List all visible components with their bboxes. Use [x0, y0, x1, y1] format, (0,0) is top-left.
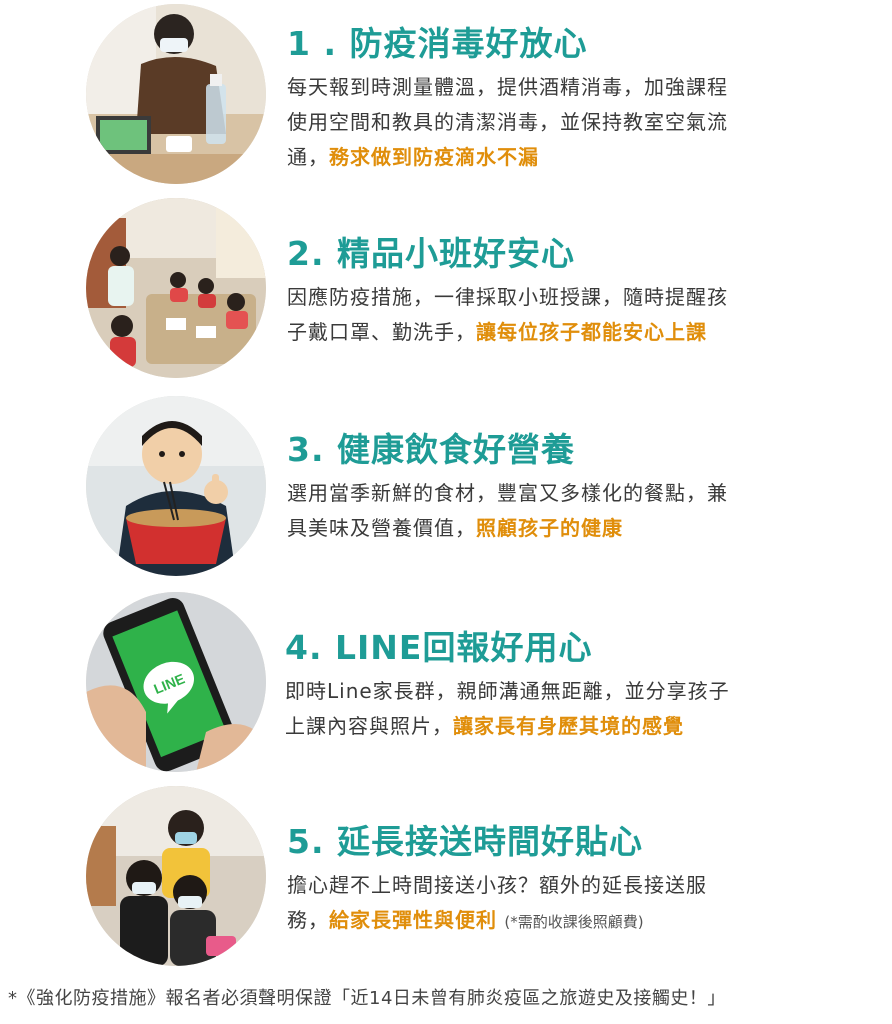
- feature-text: 5. 延長接送時間好貼心 擔心趕不上時間接送小孩？額外的延長接送服 務，給家長彈性…: [287, 822, 847, 940]
- description-line: 使用空間和教具的清潔消毒，並保持教室空氣流: [287, 110, 728, 134]
- feature-text: 2. 精品小班好安心 因應防疫措施，一律採取小班授課，隨時提醒孩 子戴口罩、勤洗手…: [287, 234, 847, 350]
- photo-small-class: [86, 198, 266, 378]
- highlight-text: 照顧孩子的健康: [476, 516, 623, 540]
- photo-line-phone: LINE: [86, 592, 266, 772]
- highlight-text: 讓每位孩子都能安心上課: [476, 320, 707, 344]
- footnote-declaration: *《強化防疫措施》報名者必須聲明保證「近14日未曾有肺炎疫區之旅遊史及接觸史！」: [8, 988, 726, 1009]
- feature-item-small-class: 2. 精品小班好安心 因應防疫措施，一律採取小班授課，隨時提醒孩 子戴口罩、勤洗手…: [0, 196, 892, 392]
- feature-text: 1 . 防疫消毒好放心 每天報到時測量體溫，提供酒精消毒，加強課程 使用空間和教具…: [287, 24, 847, 175]
- highlight-text: 給家長彈性與便利: [329, 908, 497, 932]
- feature-item-healthy-meal: 3. 健康飲食好營養 選用當季新鮮的食材，豐富又多樣化的餐點，兼 具美味及營養價值…: [0, 392, 892, 588]
- feature-item-disinfection: 1 . 防疫消毒好放心 每天報到時測量體溫，提供酒精消毒，加強課程 使用空間和教具…: [0, 0, 892, 196]
- highlight-text: 讓家長有身歷其境的感覺: [453, 714, 684, 738]
- feature-description: 即時Line家長群，親師溝通無距離，並分享孩子 上課內容與照片，讓家長有身歷其境的…: [285, 674, 845, 744]
- description-line: 選用當季新鮮的食材，豐富又多樣化的餐點，兼: [287, 481, 728, 505]
- feature-title: 2. 精品小班好安心: [287, 234, 575, 273]
- feature-description: 每天報到時測量體溫，提供酒精消毒，加強課程 使用空間和教具的清潔消毒，並保持教室空…: [287, 70, 847, 175]
- description-line: 因應防疫措施，一律採取小班授課，隨時提醒孩: [287, 285, 728, 309]
- feature-title: 3. 健康飲食好營養: [287, 430, 575, 469]
- description-tail: 具美味及營養價值，: [287, 516, 476, 540]
- fee-note: (*需酌收課後照顧費): [504, 913, 644, 931]
- feature-text: 3. 健康飲食好營養 選用當季新鮮的食材，豐富又多樣化的餐點，兼 具美味及營養價值…: [287, 430, 847, 546]
- photo-extended-pickup: [86, 786, 266, 966]
- description-tail: 子戴口罩、勤洗手，: [287, 320, 476, 344]
- feature-title: 4. LINE回報好用心: [285, 628, 593, 667]
- feature-item-line-report: LINE 4. LINE回報好用心 即時Line家長群，親師溝通無距離，並分享孩…: [0, 588, 892, 784]
- description-line: 即時Line家長群，親師溝通無距離，並分享孩子: [285, 679, 730, 703]
- feature-description: 因應防疫措施，一律採取小班授課，隨時提醒孩 子戴口罩、勤洗手，讓每位孩子都能安心上…: [287, 280, 847, 350]
- description-tail: 上課內容與照片，: [285, 714, 453, 738]
- feature-item-extended-pickup: 5. 延長接送時間好貼心 擔心趕不上時間接送小孩？額外的延長接送服 務，給家長彈性…: [0, 784, 892, 980]
- feature-description: 擔心趕不上時間接送小孩？額外的延長接送服 務，給家長彈性與便利 (*需酌收課後照顧…: [287, 868, 847, 940]
- photo-healthy-meal: [86, 396, 266, 576]
- highlight-text: 務求做到防疫滴水不漏: [329, 145, 539, 169]
- description-tail: 通，: [287, 145, 329, 169]
- description-tail: 務，: [287, 908, 329, 932]
- feature-text: 4. LINE回報好用心 即時Line家長群，親師溝通無距離，並分享孩子 上課內容…: [285, 628, 845, 744]
- description-line: 擔心趕不上時間接送小孩？額外的延長接送服: [287, 873, 707, 897]
- feature-description: 選用當季新鮮的食材，豐富又多樣化的餐點，兼 具美味及營養價值，照顧孩子的健康: [287, 476, 847, 546]
- feature-title: 5. 延長接送時間好貼心: [287, 822, 643, 861]
- feature-title: 1 . 防疫消毒好放心: [287, 24, 588, 63]
- description-line: 每天報到時測量體溫，提供酒精消毒，加強課程: [287, 75, 728, 99]
- photo-temperature-check-disinfection: [86, 4, 266, 184]
